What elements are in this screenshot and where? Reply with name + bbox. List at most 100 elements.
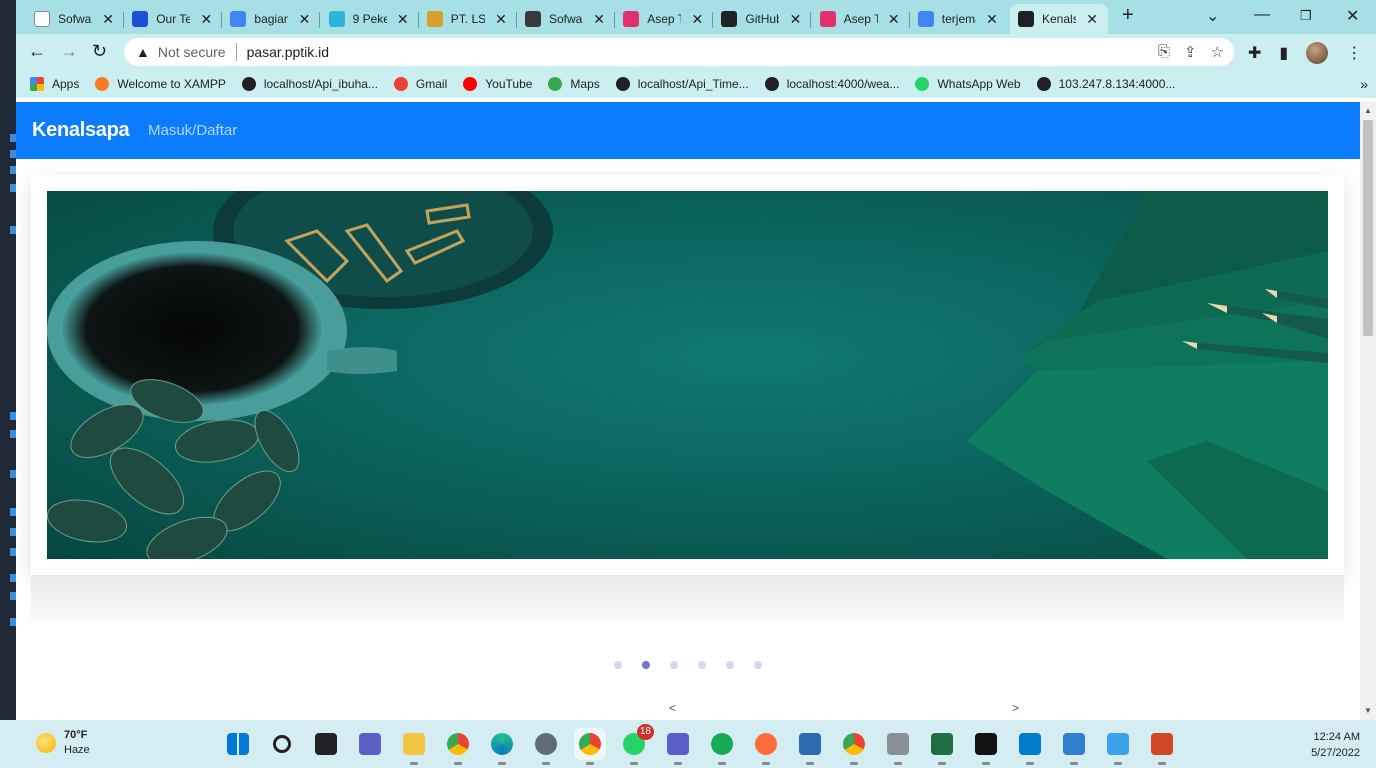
- chat-icon[interactable]: [354, 728, 386, 760]
- weather-widget[interactable]: 70°F Haze: [36, 728, 90, 758]
- mongodb-compass-icon[interactable]: [706, 728, 738, 765]
- extensions-icon[interactable]: ✚: [1248, 43, 1261, 63]
- tab-close-icon[interactable]: ✕: [495, 11, 507, 27]
- login-register-link[interactable]: Masuk/Daftar: [148, 122, 237, 139]
- search-icon[interactable]: [266, 728, 298, 760]
- bookmark-item[interactable]: Apps: [30, 77, 79, 91]
- postman-icon[interactable]: [750, 728, 782, 765]
- carousel-prev-button[interactable]: <: [669, 701, 676, 715]
- bookmark-item[interactable]: YouTube: [463, 77, 532, 91]
- system-clock[interactable]: 12:24 AM 5/27/2022: [1300, 729, 1360, 761]
- address-bar[interactable]: ▲ Not secure pasar.pptik.id ⎘ ⇪ ☆: [124, 38, 1234, 66]
- app-glyph: [975, 733, 997, 755]
- tab-close-icon[interactable]: ✕: [691, 11, 703, 27]
- carousel-dot[interactable]: [642, 661, 650, 669]
- task-view-icon[interactable]: [310, 728, 342, 760]
- settings-icon[interactable]: [530, 728, 562, 765]
- carousel-dot[interactable]: [614, 661, 622, 669]
- tab-close-icon[interactable]: ✕: [986, 11, 998, 27]
- chrome-icon[interactable]: [442, 728, 474, 765]
- tab-4[interactable]: PT. LSK ✕: [419, 4, 517, 34]
- bookmark-item[interactable]: Maps: [548, 77, 600, 91]
- bookmarks-overflow-button[interactable]: »: [1360, 76, 1368, 92]
- bookmark-item[interactable]: localhost/Api_Time...: [615, 77, 749, 91]
- tab-7[interactable]: GitHub ✕: [713, 4, 812, 34]
- bookmark-item[interactable]: Gmail: [393, 77, 447, 91]
- app-glyph: [711, 733, 733, 755]
- app-glyph: [491, 733, 513, 755]
- scroll-thumb[interactable]: [1363, 120, 1373, 336]
- tab-2[interactable]: bagian ✕: [222, 4, 321, 34]
- back-button[interactable]: ←: [28, 41, 46, 61]
- tab-close-icon[interactable]: ✕: [102, 11, 114, 27]
- menu-icon[interactable]: ⋮: [1346, 43, 1362, 63]
- bookmark-item[interactable]: localhost/Api_ibuha...: [241, 77, 378, 91]
- maps-icon: [548, 77, 563, 91]
- globe-icon: [1036, 77, 1051, 91]
- tab-3[interactable]: 9 Pekerjaan ✕: [321, 4, 419, 34]
- site-brand[interactable]: Kenalsapa: [32, 119, 130, 142]
- file-explorer-icon[interactable]: [398, 728, 430, 765]
- tab-close-icon[interactable]: ✕: [397, 11, 409, 27]
- chrome-alt-icon[interactable]: [838, 728, 870, 765]
- bookmark-item[interactable]: 103.247.8.134:4000...: [1036, 77, 1175, 91]
- excel-icon[interactable]: [926, 728, 958, 765]
- tab-8[interactable]: Asep T ✕: [812, 4, 910, 34]
- share-icon[interactable]: ⇪: [1184, 43, 1197, 61]
- carousel-dot[interactable]: [698, 661, 706, 669]
- photos-icon[interactable]: [1058, 728, 1090, 765]
- edge-icon[interactable]: [486, 728, 518, 765]
- powerpoint-icon[interactable]: [1146, 728, 1178, 765]
- security-label[interactable]: Not secure: [158, 44, 226, 60]
- url-text[interactable]: pasar.pptik.id: [247, 44, 330, 60]
- translate-icon[interactable]: ⎘: [1158, 43, 1170, 61]
- bookmark-item[interactable]: localhost:4000/wea...: [764, 77, 899, 91]
- bookmark-item[interactable]: WhatsApp Web: [915, 77, 1021, 91]
- tab-close-icon[interactable]: ✕: [200, 11, 212, 27]
- terminal-icon[interactable]: [970, 728, 1002, 765]
- tab-close-icon[interactable]: ✕: [593, 11, 605, 27]
- warning-icon[interactable]: ▲: [136, 44, 150, 60]
- tab-search-icon[interactable]: ⌄: [1206, 6, 1219, 26]
- windows-start-icon[interactable]: [222, 728, 254, 760]
- carousel-dot[interactable]: [754, 661, 762, 669]
- weather-temp: 70°F: [64, 729, 88, 741]
- carousel-dot[interactable]: [726, 661, 734, 669]
- side-panel-icon[interactable]: ▮: [1279, 43, 1288, 63]
- whatsapp-icon[interactable]: 18: [618, 724, 654, 765]
- scroll-down-arrow[interactable]: ▼: [1364, 706, 1372, 715]
- carousel-slide-image[interactable]: [47, 191, 1328, 559]
- restore-button[interactable]: ❐: [1300, 8, 1312, 24]
- page-scrollbar[interactable]: ▲ ▼: [1360, 102, 1376, 720]
- tab-close-icon[interactable]: ✕: [1086, 11, 1098, 27]
- forward-button[interactable]: →: [60, 41, 78, 61]
- desktop-background-strip: [0, 0, 16, 720]
- carousel-next-button[interactable]: >: [1012, 701, 1019, 715]
- tab-5[interactable]: Sofware ✕: [517, 4, 615, 34]
- scroll-up-arrow[interactable]: ▲: [1364, 106, 1372, 115]
- remote-desktop-icon[interactable]: [794, 728, 826, 765]
- profile-avatar[interactable]: [1306, 42, 1329, 64]
- chrome-profile-icon[interactable]: [574, 728, 606, 765]
- close-window-button[interactable]: ✕: [1346, 6, 1359, 26]
- bookmark-label: Maps: [570, 77, 600, 91]
- database-icon[interactable]: [882, 728, 914, 765]
- tab-close-icon[interactable]: ✕: [790, 11, 802, 27]
- tab-close-icon[interactable]: ✕: [888, 11, 900, 27]
- carousel-dot[interactable]: [670, 661, 678, 669]
- paint-icon[interactable]: [1102, 728, 1134, 765]
- tab-close-icon[interactable]: ✕: [299, 11, 311, 27]
- tab-1[interactable]: Our Team ✕: [124, 4, 223, 34]
- reload-button[interactable]: ↻: [92, 41, 107, 61]
- teams-icon[interactable]: [662, 728, 694, 765]
- bookmark-star-icon[interactable]: ☆: [1211, 43, 1224, 61]
- bookmark-item[interactable]: Welcome to XAMPP: [95, 77, 226, 91]
- google-icon: [230, 11, 247, 27]
- minimize-button[interactable]: —: [1254, 6, 1270, 24]
- tab-6[interactable]: Asep T ✕: [615, 4, 714, 34]
- tab-0[interactable]: Sofware ✕: [26, 4, 124, 34]
- vscode-icon[interactable]: [1014, 728, 1046, 765]
- tab-9[interactable]: terjemah ✕: [910, 4, 1008, 34]
- tab-10[interactable]: Kenalsapa ✕: [1010, 4, 1108, 34]
- new-tab-button[interactable]: +: [1122, 4, 1134, 27]
